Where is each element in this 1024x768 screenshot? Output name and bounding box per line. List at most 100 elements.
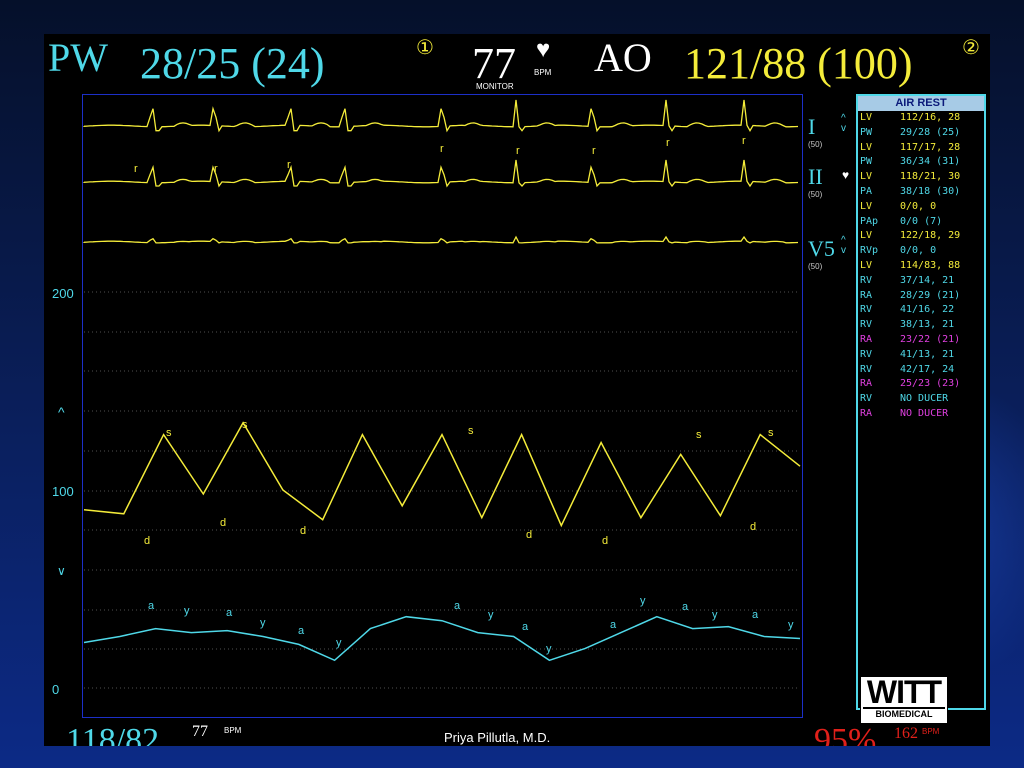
sidebar-row-site: RA: [860, 333, 873, 345]
marker-a: a: [148, 600, 155, 612]
lead-label-ii: II: [808, 164, 823, 189]
author-credit: Priya Pillutla, M.D.: [444, 730, 551, 745]
sidebar-row[interactable]: RA 25/23 (23): [858, 377, 984, 392]
sidebar-row-value: 37/14, 21: [900, 274, 955, 286]
sidebar-row-site: PW: [860, 156, 873, 168]
sidebar-row[interactable]: RV 41/16, 22: [858, 303, 984, 318]
sidebar-row[interactable]: RA 23/22 (21): [858, 333, 984, 348]
sidebar-row-value: 0/0 (7): [900, 215, 943, 227]
marker-a: a: [682, 601, 689, 613]
sidebar-row[interactable]: LV 114/83, 88: [858, 259, 984, 274]
sidebar-row-site: RVp: [860, 245, 879, 257]
marker-s: s: [242, 419, 248, 431]
marker-a: a: [226, 607, 233, 619]
sidebar-row-value: 38/18 (30): [900, 185, 961, 197]
marker-y: y: [260, 617, 266, 629]
lead-v5-scale-arrows[interactable]: ^ v: [841, 236, 846, 256]
sidebar-row-value: 29/28 (25): [900, 126, 961, 138]
sidebar-row-site: PA: [860, 185, 873, 197]
lead-gain-i: (50): [808, 140, 823, 149]
sidebar-row[interactable]: RV 41/13, 21: [858, 348, 984, 363]
measurement-sidebar: AIR REST LV 112/16, 28 PW 29/28 (25) LV 117/1…: [856, 94, 986, 710]
lead-gain-ii: (50): [808, 190, 823, 199]
sidebar-row-site: LV: [860, 112, 873, 123]
sidebar-row-site: RV: [860, 393, 873, 405]
sidebar-row[interactable]: RA NO DUCER: [858, 407, 984, 422]
sidebar-row-value: 114/83, 88: [900, 259, 961, 271]
marker-s: s: [768, 427, 774, 439]
sidebar-row-site: LV: [860, 230, 873, 242]
sidebar-row[interactable]: RV 38/13, 21: [858, 318, 984, 333]
ecg-trace-ii: [83, 159, 799, 188]
marker-r: r: [134, 163, 138, 175]
sidebar-row-site: RA: [860, 289, 873, 301]
marker-r: r: [516, 145, 520, 157]
ecg-trace-i: [83, 99, 799, 133]
pressure-trace-pw: [83, 615, 801, 662]
sidebar-row-value: 122/18, 29: [900, 230, 961, 242]
sidebar-row[interactable]: LV 0/0, 0: [858, 200, 984, 215]
sidebar-row-value: NO DUCER: [900, 393, 949, 405]
lead-ii-heart-icon: ♥: [842, 168, 850, 182]
marker-s: s: [696, 429, 702, 441]
logo-wordmark: WITT: [866, 674, 942, 710]
sidebar-row[interactable]: LV 118/21, 30: [858, 170, 984, 185]
sidebar-row-site: LV: [860, 171, 873, 183]
bottom-right-value: 95%: [814, 722, 877, 747]
sidebar-row[interactable]: LV 122/18, 29: [858, 229, 984, 244]
bottom-left-value: 118/82: [66, 722, 160, 747]
sidebar-row[interactable]: RV 37/14, 21: [858, 274, 984, 289]
marker-a: a: [522, 621, 529, 633]
sidebar-row-value: 38/13, 21: [900, 319, 955, 331]
bottom-left-hr-unit: BPM: [224, 726, 242, 735]
sidebar-row-value: 117/17, 28: [900, 141, 961, 153]
marker-y: y: [788, 619, 794, 631]
sidebar-row[interactable]: PA 38/18 (30): [858, 185, 984, 200]
marker-a: a: [454, 600, 461, 612]
bottom-right-hr: 162: [894, 725, 918, 742]
sidebar-row-value: 36/34 (31): [900, 156, 961, 168]
marker-d: d: [220, 517, 226, 529]
sidebar-row-value: 0/0, 0: [900, 200, 937, 212]
sidebar-row[interactable]: PAp 0/0 (7): [858, 215, 984, 230]
marker-y: y: [488, 609, 494, 621]
ecg-trace-v5: [83, 235, 799, 244]
marker-d: d: [750, 521, 756, 533]
marker-y: y: [184, 605, 190, 617]
logo-subtitle: BIOMEDICAL: [863, 707, 945, 719]
marker-d: d: [144, 535, 150, 547]
marker-r: r: [287, 159, 291, 171]
sidebar-row-value: 112/16, 28: [900, 112, 961, 123]
sidebar-row-value: 42/17, 24: [900, 363, 955, 375]
bottom-right-hr-unit: BPM: [922, 727, 940, 736]
marker-r: r: [666, 137, 670, 149]
sidebar-row-site: RA: [860, 378, 873, 390]
marker-r: r: [214, 163, 218, 175]
sidebar-row[interactable]: PW 36/34 (31): [858, 155, 984, 170]
sidebar-row-site: LV: [860, 141, 873, 153]
sidebar-row[interactable]: LV 112/16, 28: [858, 111, 984, 126]
sidebar-row-site: RV: [860, 304, 873, 316]
lead-label-i: I: [808, 114, 816, 139]
marker-a: a: [752, 609, 759, 621]
sidebar-row-site: RV: [860, 274, 873, 286]
marker-y: y: [336, 637, 342, 649]
marker-a: a: [298, 625, 305, 637]
sidebar-row[interactable]: RVp 0/0, 0: [858, 244, 984, 259]
sidebar-row[interactable]: RV 42/17, 24: [858, 363, 984, 378]
bottom-left-hr: 77: [192, 723, 208, 740]
sidebar-row-site: LV: [860, 259, 873, 271]
marker-y: y: [546, 643, 552, 655]
sidebar-title: AIR REST: [858, 96, 984, 111]
marker-s: s: [468, 425, 474, 437]
marker-s: s: [166, 427, 172, 439]
marker-r: r: [440, 143, 444, 155]
lead-i-scale-arrows[interactable]: ^ v: [841, 114, 846, 134]
lead-gain-v5: (50): [808, 262, 823, 271]
sidebar-row[interactable]: LV 117/17, 28: [858, 141, 984, 156]
monitor-display: PW 28/25 (24) ① 77 ♥ BPM MONITOR AO 121/…: [44, 34, 990, 746]
sidebar-row-site: PAp: [860, 215, 879, 227]
sidebar-row[interactable]: RA 28/29 (21): [858, 289, 984, 304]
sidebar-row[interactable]: PW 29/28 (25): [858, 126, 984, 141]
sidebar-row[interactable]: RV NO DUCER: [858, 392, 984, 407]
